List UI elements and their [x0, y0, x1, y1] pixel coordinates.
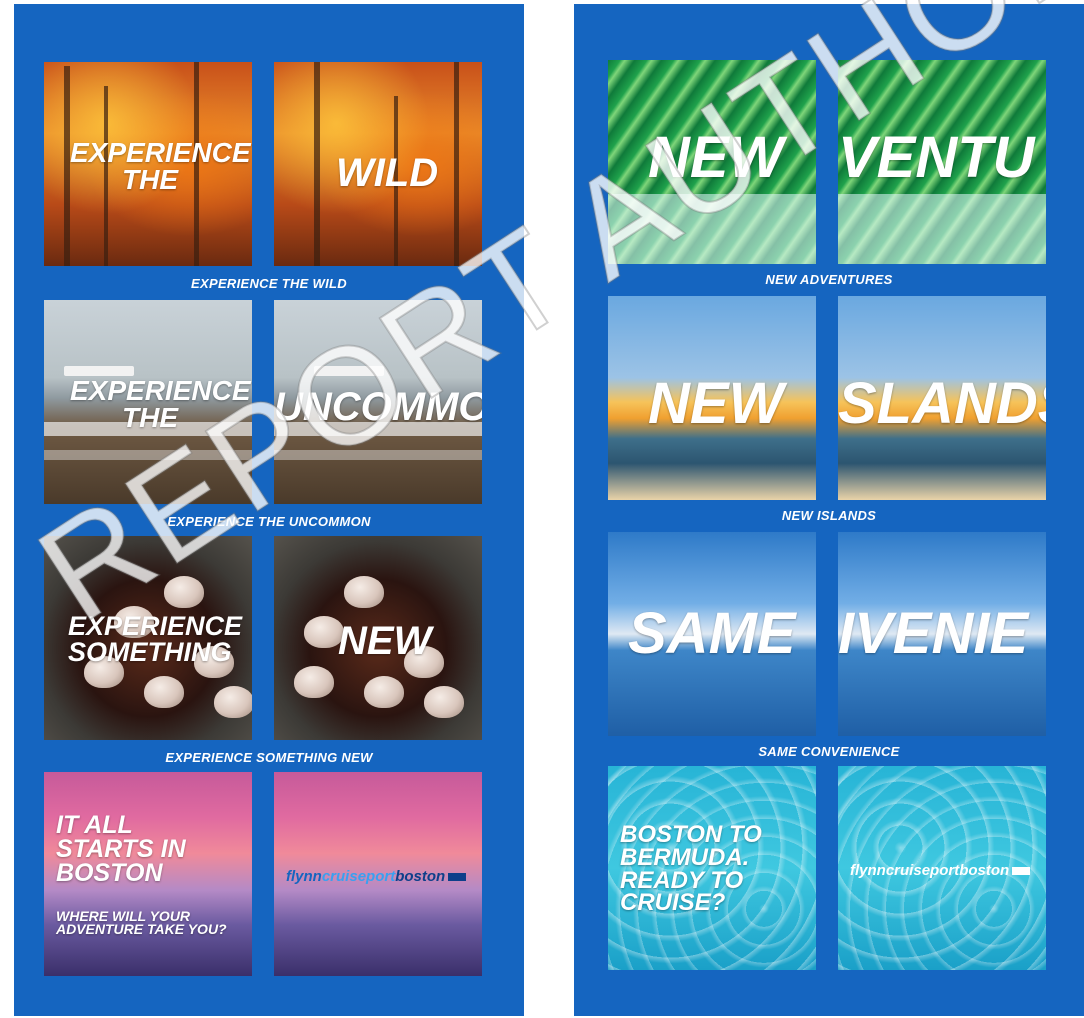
- forest-tile-right: WILD: [274, 62, 482, 266]
- tile-headline: IT ALL STARTS IN BOSTON: [56, 811, 186, 887]
- tile-headline: BOSTON TO BERMUDA. READY TO CRUISE?: [620, 821, 762, 917]
- palm-tile-right: VENTU: [838, 60, 1046, 264]
- logo-part-cruiseport: cruiseport: [885, 862, 960, 879]
- tile-headline: NEW: [648, 125, 784, 190]
- tile-headline: NEW: [338, 619, 432, 663]
- tile-headline: NEW: [648, 371, 784, 436]
- beach-tile-right: SLANDS: [838, 296, 1046, 500]
- logo-part-cruiseport: cruiseport: [321, 868, 396, 885]
- logo-part-flynn: flynn: [850, 862, 886, 879]
- tile-headline: WILD: [336, 151, 439, 195]
- tile-headline: UNCOMMON: [274, 385, 482, 429]
- ocean-tile-right: IVENIE: [838, 532, 1046, 736]
- tile-headline: IVENIE: [838, 601, 1029, 666]
- tile-headline: SAME: [628, 601, 796, 666]
- palm-tile-left: NEW: [608, 60, 816, 264]
- caption-same-convenience: SAME CONVENIENCE: [758, 744, 900, 759]
- logo-mark-icon: [448, 873, 467, 882]
- sunset-tile-left: IT ALL STARTS IN BOSTON WHERE WILL YOUR …: [44, 772, 252, 976]
- tile-headline: EXPERIENCE THE: [70, 137, 251, 195]
- tile-subheadline: WHERE WILL YOUR ADVENTURE TAKE YOU?: [56, 908, 227, 938]
- coast-tile-left: EXPERIENCE THE: [44, 300, 252, 504]
- left-poster-panel: EXPERIENCE THE WILD EXPERIENCE THE WILD …: [14, 4, 524, 1016]
- beach-tile-left: NEW: [608, 296, 816, 500]
- tile-headline: SLANDS: [838, 371, 1046, 436]
- clams-tile-right: NEW: [274, 536, 482, 740]
- right-poster-panel: NEW VENTU NEW ADVENTURES NEW SLANDS NEW …: [574, 4, 1084, 1016]
- tile-headline: VENTU: [838, 125, 1035, 190]
- caption-experience-something-new: EXPERIENCE SOMETHING NEW: [165, 750, 373, 765]
- forest-tile-left: EXPERIENCE THE: [44, 62, 252, 266]
- ocean-tile-left: SAME: [608, 532, 816, 736]
- logo-part-boston: boston: [395, 868, 446, 885]
- flynn-cruiseport-boston-logo: flynncruiseportboston: [850, 862, 1031, 879]
- flynn-cruiseport-boston-logo: flynncruiseportboston: [286, 868, 467, 885]
- logo-part-boston: boston: [959, 862, 1010, 879]
- caption-new-islands: NEW ISLANDS: [781, 508, 877, 523]
- caption-experience-the-uncommon: EXPERIENCE THE UNCOMMON: [167, 514, 371, 529]
- pool-tile-right: flynncruiseportboston: [838, 766, 1046, 970]
- clams-tile-left: EXPERIENCE SOMETHING: [44, 536, 252, 740]
- logo-part-flynn: flynn: [286, 868, 322, 885]
- sunset-tile-right: flynncruiseportboston: [274, 772, 482, 976]
- tile-headline: EXPERIENCE SOMETHING: [68, 611, 243, 667]
- coast-tile-right: UNCOMMON: [274, 300, 482, 504]
- caption-experience-the-wild: EXPERIENCE THE WILD: [191, 276, 347, 291]
- caption-new-adventures: NEW ADVENTURES: [765, 272, 893, 287]
- pool-tile-left: BOSTON TO BERMUDA. READY TO CRUISE?: [608, 766, 816, 970]
- logo-mark-icon: [1012, 867, 1031, 876]
- tile-headline: EXPERIENCE THE: [70, 375, 251, 433]
